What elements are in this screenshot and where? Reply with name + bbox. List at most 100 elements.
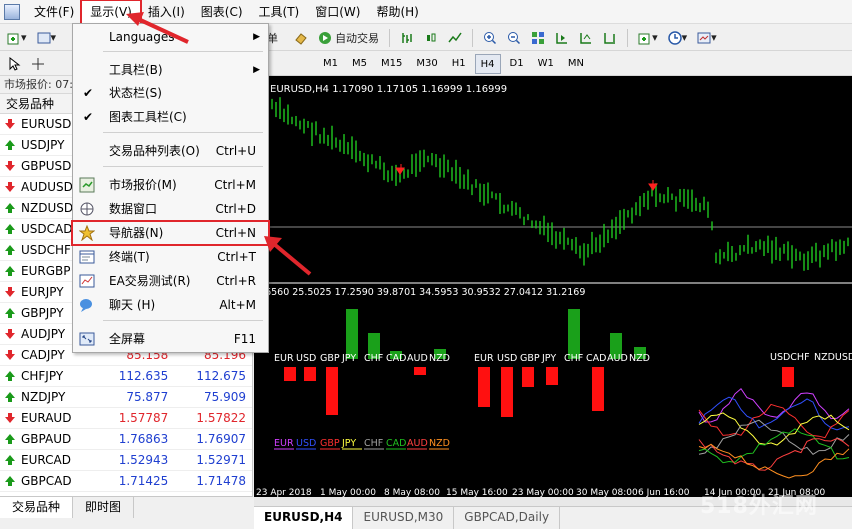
view-menu-item-1[interactable]: 工具栏(B) ▶ xyxy=(73,59,268,81)
timeframe-m15[interactable]: M15 xyxy=(376,54,407,74)
auto-trading-icon xyxy=(319,31,332,44)
ask-cell: 1.76907 xyxy=(196,432,247,446)
up-arrow-icon xyxy=(5,371,15,381)
timeframe-m5[interactable]: M5 xyxy=(347,54,372,74)
currency-label: EUR xyxy=(474,353,494,364)
ask-cell: 1.71478 xyxy=(196,474,247,488)
down-arrow-icon xyxy=(5,413,15,423)
menu-item-label: 终端(T) xyxy=(109,250,150,264)
strength-line xyxy=(698,419,850,455)
strength-line xyxy=(698,403,850,439)
menu-charts[interactable]: 图表(C) xyxy=(193,1,251,23)
currency-label: EUR xyxy=(274,353,294,364)
eraser-icon[interactable] xyxy=(291,28,311,48)
view-menu-item-7[interactable]: 导航器(N) Ctrl+N xyxy=(71,220,270,246)
view-menu-item-9[interactable]: EA交易测试(R) Ctrl+R xyxy=(73,270,268,292)
line-chart-icon[interactable] xyxy=(445,28,465,48)
profiles-button[interactable]: ▾ xyxy=(34,28,60,48)
menu-file[interactable]: 文件(F) xyxy=(26,1,82,23)
view-menu-item-2[interactable]: ✔ 状态栏(S) xyxy=(73,82,268,104)
tile-windows-icon[interactable] xyxy=(528,28,548,48)
histogram-bar xyxy=(284,367,296,381)
view-menu-item-4[interactable]: 交易品种列表(O) Ctrl+U xyxy=(73,140,268,162)
tester-icon xyxy=(79,274,95,288)
tab-tick-chart[interactable]: 即时图 xyxy=(73,497,135,518)
terminal-icon xyxy=(79,250,95,264)
separator xyxy=(627,28,629,47)
ask-cell: 112.675 xyxy=(196,369,247,383)
chart-tab-eurusd-h4[interactable]: EURUSD,H4 xyxy=(254,507,354,529)
timeframe-w1[interactable]: W1 xyxy=(533,54,559,74)
separator xyxy=(472,28,474,47)
view-menu-item-11[interactable]: 全屏幕 F11 xyxy=(73,328,268,350)
view-menu-item-3[interactable]: ✔ 图表工具栏(C) xyxy=(73,106,268,128)
up-arrow-icon xyxy=(5,434,15,444)
currency-label: JPY xyxy=(341,353,356,364)
market-watch-row[interactable]: GBPAUD 1.76863 1.76907 xyxy=(0,429,252,450)
indicators-icon[interactable]: ▾ xyxy=(635,28,661,48)
symbol-cell: NZDJPY xyxy=(0,387,97,407)
market-watch-row[interactable]: NZDJPY 75.877 75.909 xyxy=(0,387,252,408)
market-watch-row[interactable]: EURCAD 1.52943 1.52971 xyxy=(0,450,252,471)
pair-label: NZDUSD xyxy=(814,352,852,363)
view-menu-item-5[interactable]: 市场报价(M) Ctrl+M xyxy=(73,174,268,196)
market-watch-row[interactable]: CHFJPY 112.635 112.675 xyxy=(0,366,252,387)
navigator-icon xyxy=(79,225,95,241)
symbol-name: CHFJPY xyxy=(21,368,64,383)
crosshair-icon[interactable] xyxy=(28,54,48,74)
strength-lines xyxy=(698,387,850,479)
view-menu-item-6[interactable]: 数据窗口 Ctrl+D xyxy=(73,198,268,220)
currency-labels-group: EUR USD GBP JPY CHF CAD AUD NZD EUR USD GBP JPY CHF C… xyxy=(274,352,852,364)
up-arrow-icon xyxy=(5,266,15,276)
histogram-bar xyxy=(782,367,794,387)
down-arrow-icon xyxy=(5,350,15,360)
symbol-name: EURUSD xyxy=(21,116,72,131)
menu-tools[interactable]: 工具(T) xyxy=(251,1,308,23)
chart-tab-eurusd-m30[interactable]: EURUSD,M30 xyxy=(353,507,455,529)
bid-cell: 1.52943 xyxy=(118,453,169,467)
histogram-bar xyxy=(522,367,534,387)
templates-icon[interactable]: ▾ xyxy=(694,28,720,48)
cursor-icon[interactable] xyxy=(4,54,24,74)
bar-chart-icon[interactable] xyxy=(397,28,417,48)
candlestick-icon[interactable] xyxy=(421,28,441,48)
timeframe-m1[interactable]: M1 xyxy=(318,54,343,74)
menu-item-label: EA交易测试(R) xyxy=(109,274,191,288)
checkmark-icon: ✔ xyxy=(83,110,94,124)
currency-label: JPY xyxy=(541,353,556,364)
new-chart-button[interactable]: ▾ xyxy=(4,28,30,48)
market-watch-row[interactable]: GBPCAD 1.71425 1.71478 xyxy=(0,471,252,492)
up-arrow-icon xyxy=(5,476,15,486)
market-watch-row[interactable]: EURAUD 1.57787 1.57822 xyxy=(0,408,252,429)
chart-canvas[interactable]: EURUSD,H4 1.17090 1.17105 1.16999 1.1699… xyxy=(254,76,852,496)
view-menu-item-10[interactable]: 聊天 (H) Alt+M xyxy=(73,294,268,316)
chart-tab-gbpcad-daily[interactable]: GBPCAD,Daily xyxy=(454,507,561,529)
view-menu-dropdown: Languages ▶ 工具栏(B) ▶ ✔ 状态栏(S) ✔ 图表工具栏(C) 交易品种列表(… xyxy=(71,23,270,353)
timeframe-h4[interactable]: H4 xyxy=(474,53,501,74)
symbol-cell: GBPCAD xyxy=(0,471,97,491)
menu-window[interactable]: 窗口(W) xyxy=(307,1,368,23)
zoom-out-icon[interactable] xyxy=(504,28,524,48)
down-arrow-icon xyxy=(5,161,15,171)
zoom-in-icon[interactable] xyxy=(480,28,500,48)
histogram-bar xyxy=(326,367,338,415)
timeframe-mn[interactable]: MN xyxy=(563,54,589,74)
timeframe-m30[interactable]: M30 xyxy=(411,54,442,74)
chart-shift-icon[interactable] xyxy=(552,28,572,48)
histogram-bar xyxy=(592,367,604,411)
timeframe-h1[interactable]: H1 xyxy=(447,54,471,74)
chart-end-icon[interactable] xyxy=(600,28,620,48)
timeframe-d1[interactable]: D1 xyxy=(505,54,529,74)
chart-window[interactable]: EURUSD,H4 1.17090 1.17105 1.16999 1.1699… xyxy=(254,76,852,496)
symbol-name: NZDUSD xyxy=(21,200,74,215)
menu-item-shortcut: Ctrl+U xyxy=(215,144,256,158)
tab-symbols[interactable]: 交易品种 xyxy=(0,497,74,518)
auto-trading-button[interactable]: 自动交易 xyxy=(315,28,382,48)
periods-clock-icon[interactable]: ▾ xyxy=(665,28,691,48)
legend-entry: USD xyxy=(296,438,316,449)
view-menu-item-8[interactable]: 终端(T) Ctrl+T xyxy=(73,246,268,268)
up-arrow-icon xyxy=(5,392,15,402)
menu-help[interactable]: 帮助(H) xyxy=(368,1,426,23)
autoscroll-icon[interactable] xyxy=(576,28,596,48)
histogram-bar xyxy=(501,367,513,417)
